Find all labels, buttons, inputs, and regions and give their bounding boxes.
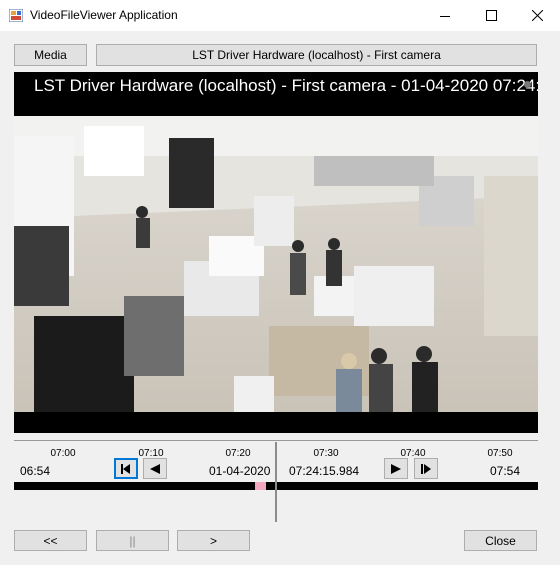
step-back-frame-button[interactable] (114, 458, 138, 479)
play-backward-icon (150, 463, 160, 474)
camera-select-button[interactable]: LST Driver Hardware (localhost) - First … (96, 44, 537, 66)
timeline-date: 01-04-2020 (209, 464, 271, 478)
play-backward-button[interactable] (143, 458, 167, 479)
app-icon (9, 9, 23, 22)
status-dot (524, 81, 531, 88)
close-window-button[interactable] (514, 0, 560, 31)
minimize-icon (440, 15, 450, 17)
recording-segment (255, 482, 266, 490)
timeline-tick: 07:30 (313, 448, 339, 459)
play-button[interactable]: > (177, 530, 250, 551)
step-forward-frame-button[interactable] (414, 458, 438, 479)
close-button[interactable]: Close (464, 530, 537, 551)
play-forward-button[interactable] (384, 458, 408, 479)
timeline-end-time: 07:54 (490, 464, 521, 478)
playhead-marker[interactable] (275, 442, 277, 522)
rewind-button[interactable]: << (14, 530, 87, 551)
camera-frame (14, 116, 538, 412)
maximize-button[interactable] (468, 0, 514, 31)
maximize-icon (485, 10, 497, 21)
step-back-icon (121, 463, 130, 474)
timeline-tick: 07:00 (50, 448, 76, 459)
timeline-axis (14, 440, 538, 441)
window-title: VideoFileViewer Application (30, 8, 178, 22)
media-button[interactable]: Media (14, 44, 87, 66)
current-time: 07:24:15.984 (289, 464, 360, 478)
close-icon (531, 10, 543, 21)
timeline-tick: 07:50 (487, 448, 513, 459)
step-forward-icon (421, 463, 431, 474)
timeline-start-time: 06:54 (20, 464, 51, 478)
title-bar: VideoFileViewer Application (0, 0, 560, 31)
timeline-tick: 07:20 (225, 448, 251, 459)
play-forward-icon (391, 463, 401, 474)
minimize-button[interactable] (422, 0, 468, 31)
video-overlay-text: LST Driver Hardware (localhost) - First … (34, 76, 538, 95)
video-panel[interactable]: LST Driver Hardware (localhost) - First … (14, 72, 538, 433)
pause-button[interactable]: || (96, 530, 169, 551)
